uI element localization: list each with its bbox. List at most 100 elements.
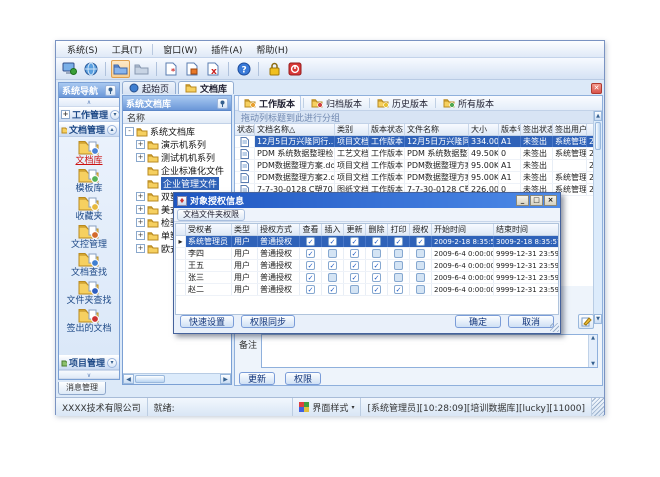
tree-node[interactable]: - 系统文档库 xyxy=(123,125,231,138)
perm-checkbox[interactable] xyxy=(416,261,425,270)
column-header[interactable]: 打印 xyxy=(388,224,410,235)
perm-checkbox[interactable]: ✓ xyxy=(394,237,403,246)
permission-row[interactable]: 李四用户普通授权✓✓2009-6-4 0:00:009999-12-31 23:… xyxy=(176,248,558,260)
perm-checkbox[interactable]: ✓ xyxy=(394,285,403,294)
column-header[interactable]: 版本号 xyxy=(499,124,521,135)
expand-icon[interactable]: + xyxy=(136,192,145,201)
remark-textarea[interactable]: ▲ ▼ xyxy=(261,334,598,368)
column-header[interactable]: 授权 xyxy=(410,224,432,235)
chevron-down-icon[interactable]: ▾ xyxy=(107,358,117,368)
column-header[interactable]: 签出状态 xyxy=(521,124,553,135)
tree-node[interactable]: 企业标准化文件 xyxy=(123,164,231,177)
perm-checkbox[interactable]: ✓ xyxy=(306,273,315,282)
column-header[interactable]: 结束时间 xyxy=(494,224,559,235)
sidebar-item[interactable]: 签出的文档 xyxy=(59,307,119,334)
tree-column-header[interactable]: 名称 xyxy=(123,111,231,124)
perm-checkbox[interactable] xyxy=(394,261,403,270)
menu-item-3[interactable]: 窗口(W) xyxy=(156,41,204,58)
column-header[interactable]: 签出用户 xyxy=(553,124,587,135)
resize-grip[interactable] xyxy=(550,323,559,332)
table-row[interactable]: PDM数据整理方案2.doc项目文档工作版本PDM数据整理方案2.doc95.0… xyxy=(235,172,602,184)
column-header[interactable]: 版本状态 xyxy=(369,124,405,135)
resize-grip[interactable] xyxy=(592,398,604,416)
version-tab-3[interactable]: 历史版本 xyxy=(372,96,433,111)
expand-icon[interactable]: + xyxy=(136,244,145,253)
sidebar-item[interactable]: 收藏夹 xyxy=(59,195,119,222)
doc-checkin-icon[interactable] xyxy=(183,60,202,78)
folder-closed-icon[interactable] xyxy=(132,60,151,78)
column-header[interactable]: 类别 xyxy=(335,124,369,135)
expand-icon[interactable]: + xyxy=(61,110,70,119)
perm-checkbox[interactable] xyxy=(372,249,381,258)
permission-sync-button[interactable]: 权限同步 xyxy=(241,315,295,328)
version-tab-2[interactable]: 归档版本 xyxy=(306,96,367,111)
scroll-left-icon[interactable]: ◀ xyxy=(123,374,134,384)
perm-checkbox[interactable]: ✓ xyxy=(372,285,381,294)
perm-checkbox[interactable]: ✓ xyxy=(328,285,337,294)
expand-icon[interactable]: + xyxy=(136,218,145,227)
perm-checkbox[interactable]: ✓ xyxy=(372,273,381,282)
permission-row[interactable]: 张三用户普通授权✓✓✓2009-6-4 0:00:009999-12-31 23… xyxy=(176,272,558,284)
perm-checkbox[interactable]: ✓ xyxy=(306,237,315,246)
exit-icon[interactable] xyxy=(285,60,304,78)
column-header[interactable]: 大小 xyxy=(469,124,499,135)
column-header[interactable]: 插入 xyxy=(322,224,344,235)
column-header[interactable]: 类型 xyxy=(232,224,258,235)
table-row[interactable]: 12月5日万兴隆同行...项目文档工作版本12月5日万兴隆同行...334.00… xyxy=(235,136,602,148)
column-header[interactable]: 查看 xyxy=(300,224,322,235)
quick-setup-button[interactable]: 快速设置 xyxy=(180,315,234,328)
sidebar-item[interactable]: 模板库 xyxy=(59,167,119,194)
permission-row[interactable]: 赵二用户普通授权✓✓✓✓2009-6-4 0:00:009999-12-31 2… xyxy=(176,284,558,296)
vertical-scrollbar[interactable]: ▲ ▼ xyxy=(593,111,602,324)
tree-node[interactable]: + 演示机系列 xyxy=(123,138,231,151)
scroll-up-chevron[interactable]: ∧ xyxy=(59,98,119,107)
menu-item-2[interactable]: 工具(T) xyxy=(105,41,150,58)
perm-checkbox[interactable]: ✓ xyxy=(372,237,381,246)
folder-open-icon[interactable] xyxy=(111,60,130,78)
table-row[interactable]: PDM数据整理方案.doc项目文档工作版本PDM数据整理方案.doc95.00K… xyxy=(235,160,602,172)
scrollbar-thumb[interactable] xyxy=(595,122,601,150)
perm-checkbox[interactable] xyxy=(328,249,337,258)
expand-icon[interactable]: + xyxy=(136,231,145,240)
expand-icon[interactable]: + xyxy=(136,140,145,149)
tree-horizontal-scrollbar[interactable]: ◀ ▶ xyxy=(123,373,231,384)
lock-icon[interactable] xyxy=(264,60,283,78)
globe-icon[interactable] xyxy=(81,60,100,78)
help-icon[interactable]: ? xyxy=(234,60,253,78)
close-icon[interactable]: ✕ xyxy=(591,83,602,94)
minimize-icon[interactable]: _ xyxy=(516,195,529,206)
cancel-button[interactable]: 取消 xyxy=(508,315,554,328)
column-header[interactable]: 文件名称 xyxy=(405,124,469,135)
perm-checkbox[interactable] xyxy=(416,285,425,294)
tab-inactive[interactable]: 起始页 xyxy=(122,81,176,94)
remark-scrollbar[interactable]: ▲ ▼ xyxy=(588,335,597,367)
scroll-down-icon[interactable]: ▼ xyxy=(594,314,602,324)
close-icon[interactable]: × xyxy=(544,195,557,206)
sidebar-group-doc[interactable]: 文档管理 ▴ xyxy=(59,122,119,137)
perm-checkbox[interactable]: ✓ xyxy=(328,237,337,246)
column-header[interactable]: 文档名称 △ xyxy=(255,124,335,135)
version-tab-1[interactable]: 工作版本 xyxy=(238,95,301,112)
update-button[interactable]: 更新 xyxy=(239,372,275,385)
permission-row[interactable]: 王五用户普通授权✓✓✓✓2009-6-4 0:00:009999-12-31 2… xyxy=(176,260,558,272)
tree-node[interactable]: 企业管理文件 xyxy=(123,177,231,190)
maximize-icon[interactable]: □ xyxy=(530,195,543,206)
column-header[interactable]: 开始时间 xyxy=(432,224,494,235)
perm-checkbox[interactable]: ✓ xyxy=(372,261,381,270)
scrollbar-thumb[interactable] xyxy=(135,375,165,383)
sidebar-item[interactable]: 文件夹查找 xyxy=(59,279,119,306)
pin-icon[interactable] xyxy=(105,85,116,96)
sidebar-group-project[interactable]: 项目管理 ▾ xyxy=(59,355,119,370)
permission-row[interactable]: ▸系统管理员用户普通授权✓✓✓✓✓✓2009-2-18 8:35:573009-… xyxy=(176,236,558,248)
perm-checkbox[interactable]: ✓ xyxy=(306,261,315,270)
scroll-up-icon[interactable]: ▲ xyxy=(594,111,602,121)
group-by-bar[interactable]: 拖动列标题到此进行分组 xyxy=(235,111,602,124)
perm-checkbox[interactable] xyxy=(416,249,425,258)
chevron-up-icon[interactable]: ▴ xyxy=(107,125,117,135)
perm-checkbox[interactable]: ✓ xyxy=(350,249,359,258)
scroll-down-icon[interactable]: ▼ xyxy=(589,361,597,367)
perm-checkbox[interactable] xyxy=(394,273,403,282)
tab-active[interactable]: 文档库 xyxy=(178,81,234,94)
perm-checkbox[interactable] xyxy=(416,273,425,282)
tree-node[interactable]: + 测试机机系列 xyxy=(123,151,231,164)
